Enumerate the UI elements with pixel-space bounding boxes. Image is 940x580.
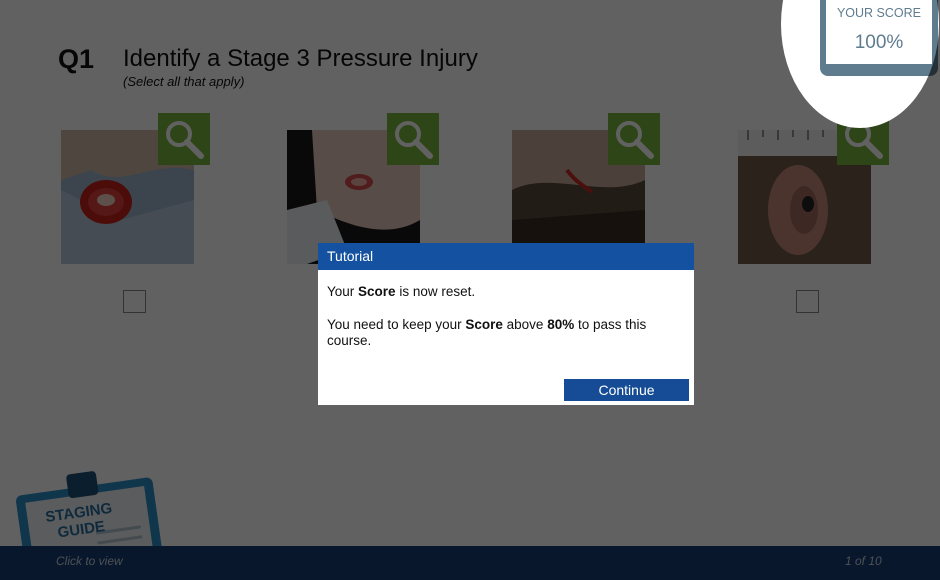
question-number: Q1 [58, 44, 95, 74]
magnifier-icon [166, 121, 204, 159]
tutorial-overlay [781, 0, 939, 128]
msg1-pre: Your [327, 284, 359, 299]
msg2-mid: above [502, 317, 548, 332]
continue-button[interactable]: Continue [564, 379, 689, 401]
dialog-body: Your Score is now reset. You need to kee… [327, 284, 657, 366]
zoom-button-2[interactable] [387, 113, 439, 165]
question-title: Identify a Stage 3 Pressure Injury [123, 45, 478, 72]
bottom-bar: Click to view 1 of 10 [0, 546, 940, 580]
msg1-bold: Score [358, 284, 396, 299]
dialog-title: Tutorial [318, 243, 694, 270]
magnifier-icon [616, 121, 654, 159]
staging-guide-hint: Click to view [56, 554, 123, 568]
option-checkbox-1[interactable] [123, 290, 146, 313]
zoom-button-3[interactable] [608, 113, 660, 165]
zoom-button-1[interactable] [158, 113, 210, 165]
question-instructions: (Select all that apply) [123, 74, 245, 89]
dialog-message-1: Your Score is now reset. [327, 284, 657, 300]
option-checkbox-4[interactable] [796, 290, 819, 313]
staging-guide-button[interactable]: STAGING GUIDE [14, 468, 164, 580]
dialog-message-2: You need to keep your Score above 80% to… [327, 317, 657, 349]
msg2-bold-score: Score [465, 317, 503, 332]
msg2-bold-percent: 80% [547, 317, 575, 332]
msg2-pre: You need to keep your [327, 317, 466, 332]
page-indicator: 1 of 10 [845, 554, 882, 568]
clipboard-icon: STAGING GUIDE [16, 471, 164, 580]
tutorial-dialog: Tutorial Your Score is now reset. You ne… [318, 243, 694, 405]
quiz-stage: Q1 Identify a Stage 3 Pressure Injury (S… [0, 0, 940, 580]
magnifier-icon [395, 121, 433, 159]
msg1-post: is now reset. [395, 284, 476, 299]
